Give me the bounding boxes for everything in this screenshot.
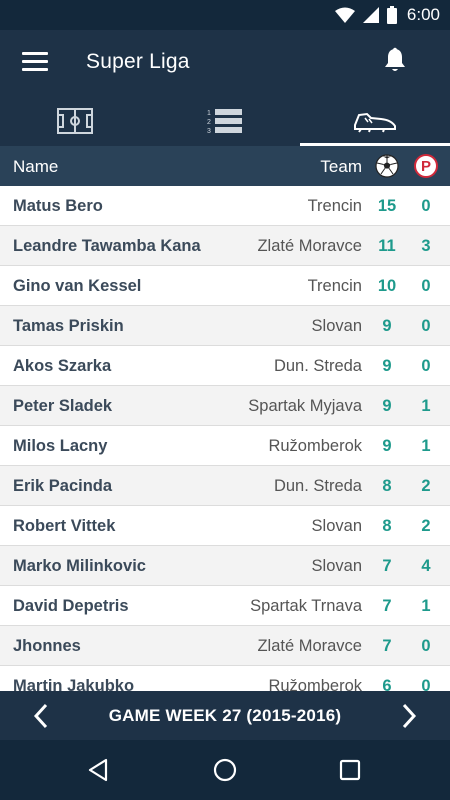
player-team: Slovan [311, 557, 362, 575]
status-bar: 6:00 [0, 0, 450, 30]
column-name[interactable]: Name [13, 157, 58, 177]
player-goals: 15 [377, 197, 397, 215]
player-penalties: 2 [421, 477, 431, 495]
tab-standings[interactable]: 1 2 3 [150, 96, 300, 146]
player-goals: 8 [382, 477, 392, 495]
table-row[interactable]: David Depetris Spartak Trnava 7 1 [0, 586, 450, 626]
table-row[interactable]: Matus Bero Trencin 15 0 [0, 186, 450, 226]
player-penalties: 1 [421, 597, 431, 615]
battery-icon [386, 6, 397, 24]
column-team[interactable]: Team [320, 157, 362, 177]
field-icon [57, 108, 93, 134]
soccer-ball-icon[interactable] [375, 154, 399, 178]
player-team: Slovan [311, 317, 362, 335]
player-name: Jhonnes [13, 637, 81, 655]
svg-text:1: 1 [207, 110, 211, 117]
table-row[interactable]: Akos Szarka Dun. Streda 9 0 [0, 346, 450, 386]
player-team: Slovan [311, 517, 362, 535]
table-row[interactable]: Erik Pacinda Dun. Streda 8 2 [0, 466, 450, 506]
table-row[interactable]: Leandre Tawamba Kana Zlaté Moravce 11 3 [0, 226, 450, 266]
player-goals: 7 [382, 637, 392, 655]
tab-scorers[interactable] [300, 96, 450, 146]
table-row[interactable]: Martin Jakubko Ružomberok 6 0 [0, 666, 450, 691]
player-penalties: 4 [421, 557, 431, 575]
table-row[interactable]: Robert Vittek Slovan 8 2 [0, 506, 450, 546]
player-team: Dun. Streda [273, 477, 362, 495]
player-goals: 9 [382, 437, 392, 455]
player-goals: 9 [382, 317, 392, 335]
player-penalties: 0 [421, 677, 431, 691]
player-goals: 11 [378, 237, 396, 255]
ranking-list-icon: 1 2 3 [207, 109, 242, 134]
menu-icon [22, 52, 48, 55]
home-icon[interactable] [210, 755, 240, 785]
player-name: Tamas Priskin [13, 317, 124, 335]
app-bar: Super Liga [0, 30, 450, 96]
player-name: Marko Milinkovic [13, 557, 146, 575]
column-header: Name Team P [0, 146, 450, 186]
player-name: Martin Jakubko [13, 677, 135, 691]
player-penalties: 2 [421, 517, 431, 535]
bell-icon[interactable] [382, 47, 408, 75]
player-team: Ružomberok [268, 437, 362, 455]
player-penalties: 0 [421, 637, 431, 655]
player-team: Zlaté Moravce [257, 237, 362, 255]
player-name: Peter Sladek [13, 397, 113, 415]
player-goals: 7 [382, 557, 392, 575]
player-name: Robert Vittek [13, 517, 116, 535]
wifi-icon [334, 7, 355, 23]
table-row[interactable]: Marko Milinkovic Slovan 7 4 [0, 546, 450, 586]
game-week-label: GAME WEEK 27 (2015-2016) [108, 706, 342, 725]
scorers-list[interactable]: Matus Bero Trencin 15 0 Leandre Tawamba Kana… [0, 186, 450, 691]
player-penalties: 0 [421, 317, 431, 335]
player-goals: 6 [382, 677, 392, 691]
player-team: Spartak Trnava [250, 597, 362, 615]
player-goals: 8 [382, 517, 392, 535]
player-team: Zlaté Moravce [257, 637, 362, 655]
table-row[interactable]: Gino van Kessel Trencin 10 0 [0, 266, 450, 306]
svg-text:P: P [421, 158, 431, 175]
signal-icon [362, 7, 379, 23]
chevron-right-icon[interactable] [396, 703, 420, 729]
player-penalties: 3 [421, 237, 431, 255]
player-name: Erik Pacinda [13, 477, 113, 495]
clock: 6:00 [406, 5, 440, 24]
app-title: Super Liga [86, 50, 190, 73]
player-team: Ružomberok [268, 677, 362, 691]
player-goals: 10 [377, 277, 397, 295]
player-penalties: 0 [421, 197, 431, 215]
player-name: Leandre Tawamba Kana [13, 237, 201, 255]
player-name: Akos Szarka [13, 357, 112, 375]
player-team: Trencin [307, 197, 362, 215]
table-row[interactable]: Peter Sladek Spartak Myjava 9 1 [0, 386, 450, 426]
menu-button[interactable] [22, 52, 48, 74]
tab-bar: 1 2 3 [0, 96, 450, 146]
player-penalties: 0 [421, 277, 431, 295]
player-team: Dun. Streda [273, 357, 362, 375]
svg-text:2: 2 [207, 119, 211, 126]
player-team: Trencin [307, 277, 362, 295]
table-row[interactable]: Tamas Priskin Slovan 9 0 [0, 306, 450, 346]
player-name: David Depetris [13, 597, 129, 615]
game-week-bar: GAME WEEK 27 (2015-2016) [0, 691, 450, 740]
back-icon[interactable] [84, 755, 114, 785]
system-nav-bar [0, 740, 450, 800]
player-team: Spartak Myjava [248, 397, 362, 415]
player-penalties: 0 [421, 357, 431, 375]
boot-icon [354, 112, 396, 133]
player-name: Gino van Kessel [13, 277, 142, 295]
player-name: Matus Bero [13, 197, 103, 215]
player-name: Milos Lacny [13, 437, 108, 455]
tab-field[interactable] [0, 96, 150, 146]
svg-text:3: 3 [207, 128, 211, 134]
table-row[interactable]: Jhonnes Zlaté Moravce 7 0 [0, 626, 450, 666]
player-goals: 9 [382, 397, 392, 415]
player-penalties: 1 [421, 437, 431, 455]
table-row[interactable]: Milos Lacny Ružomberok 9 1 [0, 426, 450, 466]
recents-icon[interactable] [335, 755, 365, 785]
player-goals: 7 [382, 597, 392, 615]
penalty-icon[interactable]: P [414, 154, 438, 178]
player-penalties: 1 [421, 397, 431, 415]
player-goals: 9 [382, 357, 392, 375]
